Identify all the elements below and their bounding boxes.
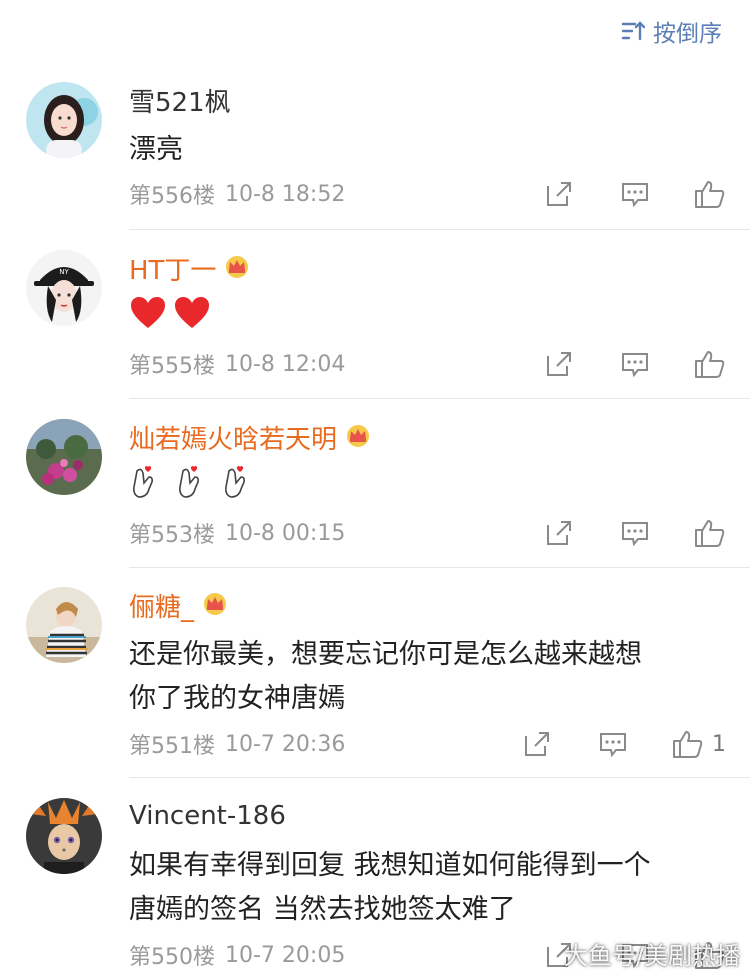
username[interactable]: HT丁一 — [129, 250, 216, 287]
avatar[interactable] — [26, 419, 102, 495]
heart-icon — [131, 297, 165, 328]
finger-heart-icon — [179, 466, 199, 498]
share-button[interactable] — [544, 519, 574, 547]
reply-button[interactable] — [620, 350, 650, 378]
heart-icon — [175, 297, 209, 328]
comment-line: 你了我的女神唐嫣 — [129, 683, 345, 714]
share-icon — [547, 521, 571, 545]
comment-line: 唐嫣的签名 当然去找她签太难了 — [129, 894, 516, 925]
share-icon — [547, 182, 571, 206]
comment-page: 按倒序 雪521枫 漂亮 第556楼 10-8 18:52 NY HT丁一 第5… — [0, 0, 750, 979]
svg-text:NY: NY — [59, 268, 69, 276]
comment-icon — [622, 183, 648, 208]
username[interactable]: 灿若嫣火晗若天明 — [129, 419, 337, 456]
divider — [129, 229, 750, 230]
floor-number: 第555楼 — [129, 354, 215, 379]
comment-text: 漂亮 — [129, 134, 183, 165]
finger-heart-icon — [133, 466, 153, 498]
comment-text: 还是你最美，想要忘记你可是怎么越来越想 你了我的女神唐嫣 — [129, 633, 726, 721]
thumbs-up-icon — [673, 731, 703, 758]
timestamp: 10-8 18:52 — [225, 181, 346, 207]
timestamp: 10-7 20:05 — [225, 942, 346, 968]
avatar[interactable] — [26, 587, 102, 663]
avatar[interactable] — [26, 82, 102, 158]
like-count: 1 — [712, 731, 726, 757]
thumbs-up-icon — [695, 520, 725, 547]
comment-line: 还是你最美，想要忘记你可是怎么越来越想 — [129, 639, 642, 670]
timestamp: 10-8 00:15 — [225, 520, 346, 546]
share-button[interactable] — [544, 180, 574, 208]
comment-line: 如果有幸得到回复 我想知道如何能得到一个 — [129, 850, 651, 881]
floor-number: 第553楼 — [129, 523, 215, 548]
floor-number: 第556楼 — [129, 184, 215, 209]
sort-label: 按倒序 — [653, 21, 722, 47]
comment-icon — [622, 522, 648, 547]
comment-emoji — [129, 465, 726, 501]
share-button[interactable] — [522, 730, 552, 758]
like-button[interactable] — [694, 518, 726, 548]
vip-crown-icon — [343, 422, 373, 452]
like-button[interactable] — [694, 179, 726, 209]
reply-button[interactable] — [620, 519, 650, 547]
like-button[interactable] — [694, 349, 726, 379]
thumbs-up-icon — [695, 181, 725, 208]
floor-number: 第550楼 — [129, 945, 215, 970]
comment-icon — [600, 733, 626, 758]
timestamp: 10-8 12:04 — [225, 351, 346, 377]
comment-text: 如果有幸得到回复 我想知道如何能得到一个 唐嫣的签名 当然去找她签太难了 — [129, 844, 726, 932]
avatar[interactable]: NY — [26, 250, 102, 326]
sort-button[interactable]: 按倒序 — [621, 14, 722, 48]
reply-button[interactable] — [598, 730, 628, 758]
timestamp: 10-7 20:36 — [225, 731, 346, 757]
thumbs-up-icon — [695, 351, 725, 378]
comment-emoji — [129, 296, 726, 330]
share-button[interactable] — [544, 350, 574, 378]
reply-button[interactable] — [620, 180, 650, 208]
username[interactable]: Vincent-186 — [129, 801, 286, 831]
divider — [129, 398, 750, 399]
share-icon — [547, 352, 571, 376]
username[interactable]: 俪糖_ — [129, 587, 194, 624]
share-icon — [525, 732, 549, 756]
username[interactable]: 雪521枫 — [129, 82, 231, 119]
like-button[interactable]: 1 — [672, 729, 726, 759]
avatar[interactable] — [26, 798, 102, 874]
divider — [129, 567, 750, 568]
vip-crown-icon — [200, 590, 230, 620]
divider — [129, 777, 750, 778]
comment-icon — [622, 353, 648, 378]
watermark: 大鱼号/美剧热播 — [563, 942, 740, 970]
floor-number: 第551楼 — [129, 734, 215, 759]
finger-heart-icon — [225, 466, 245, 498]
sort-icon — [621, 21, 645, 41]
vip-crown-icon — [222, 253, 252, 283]
